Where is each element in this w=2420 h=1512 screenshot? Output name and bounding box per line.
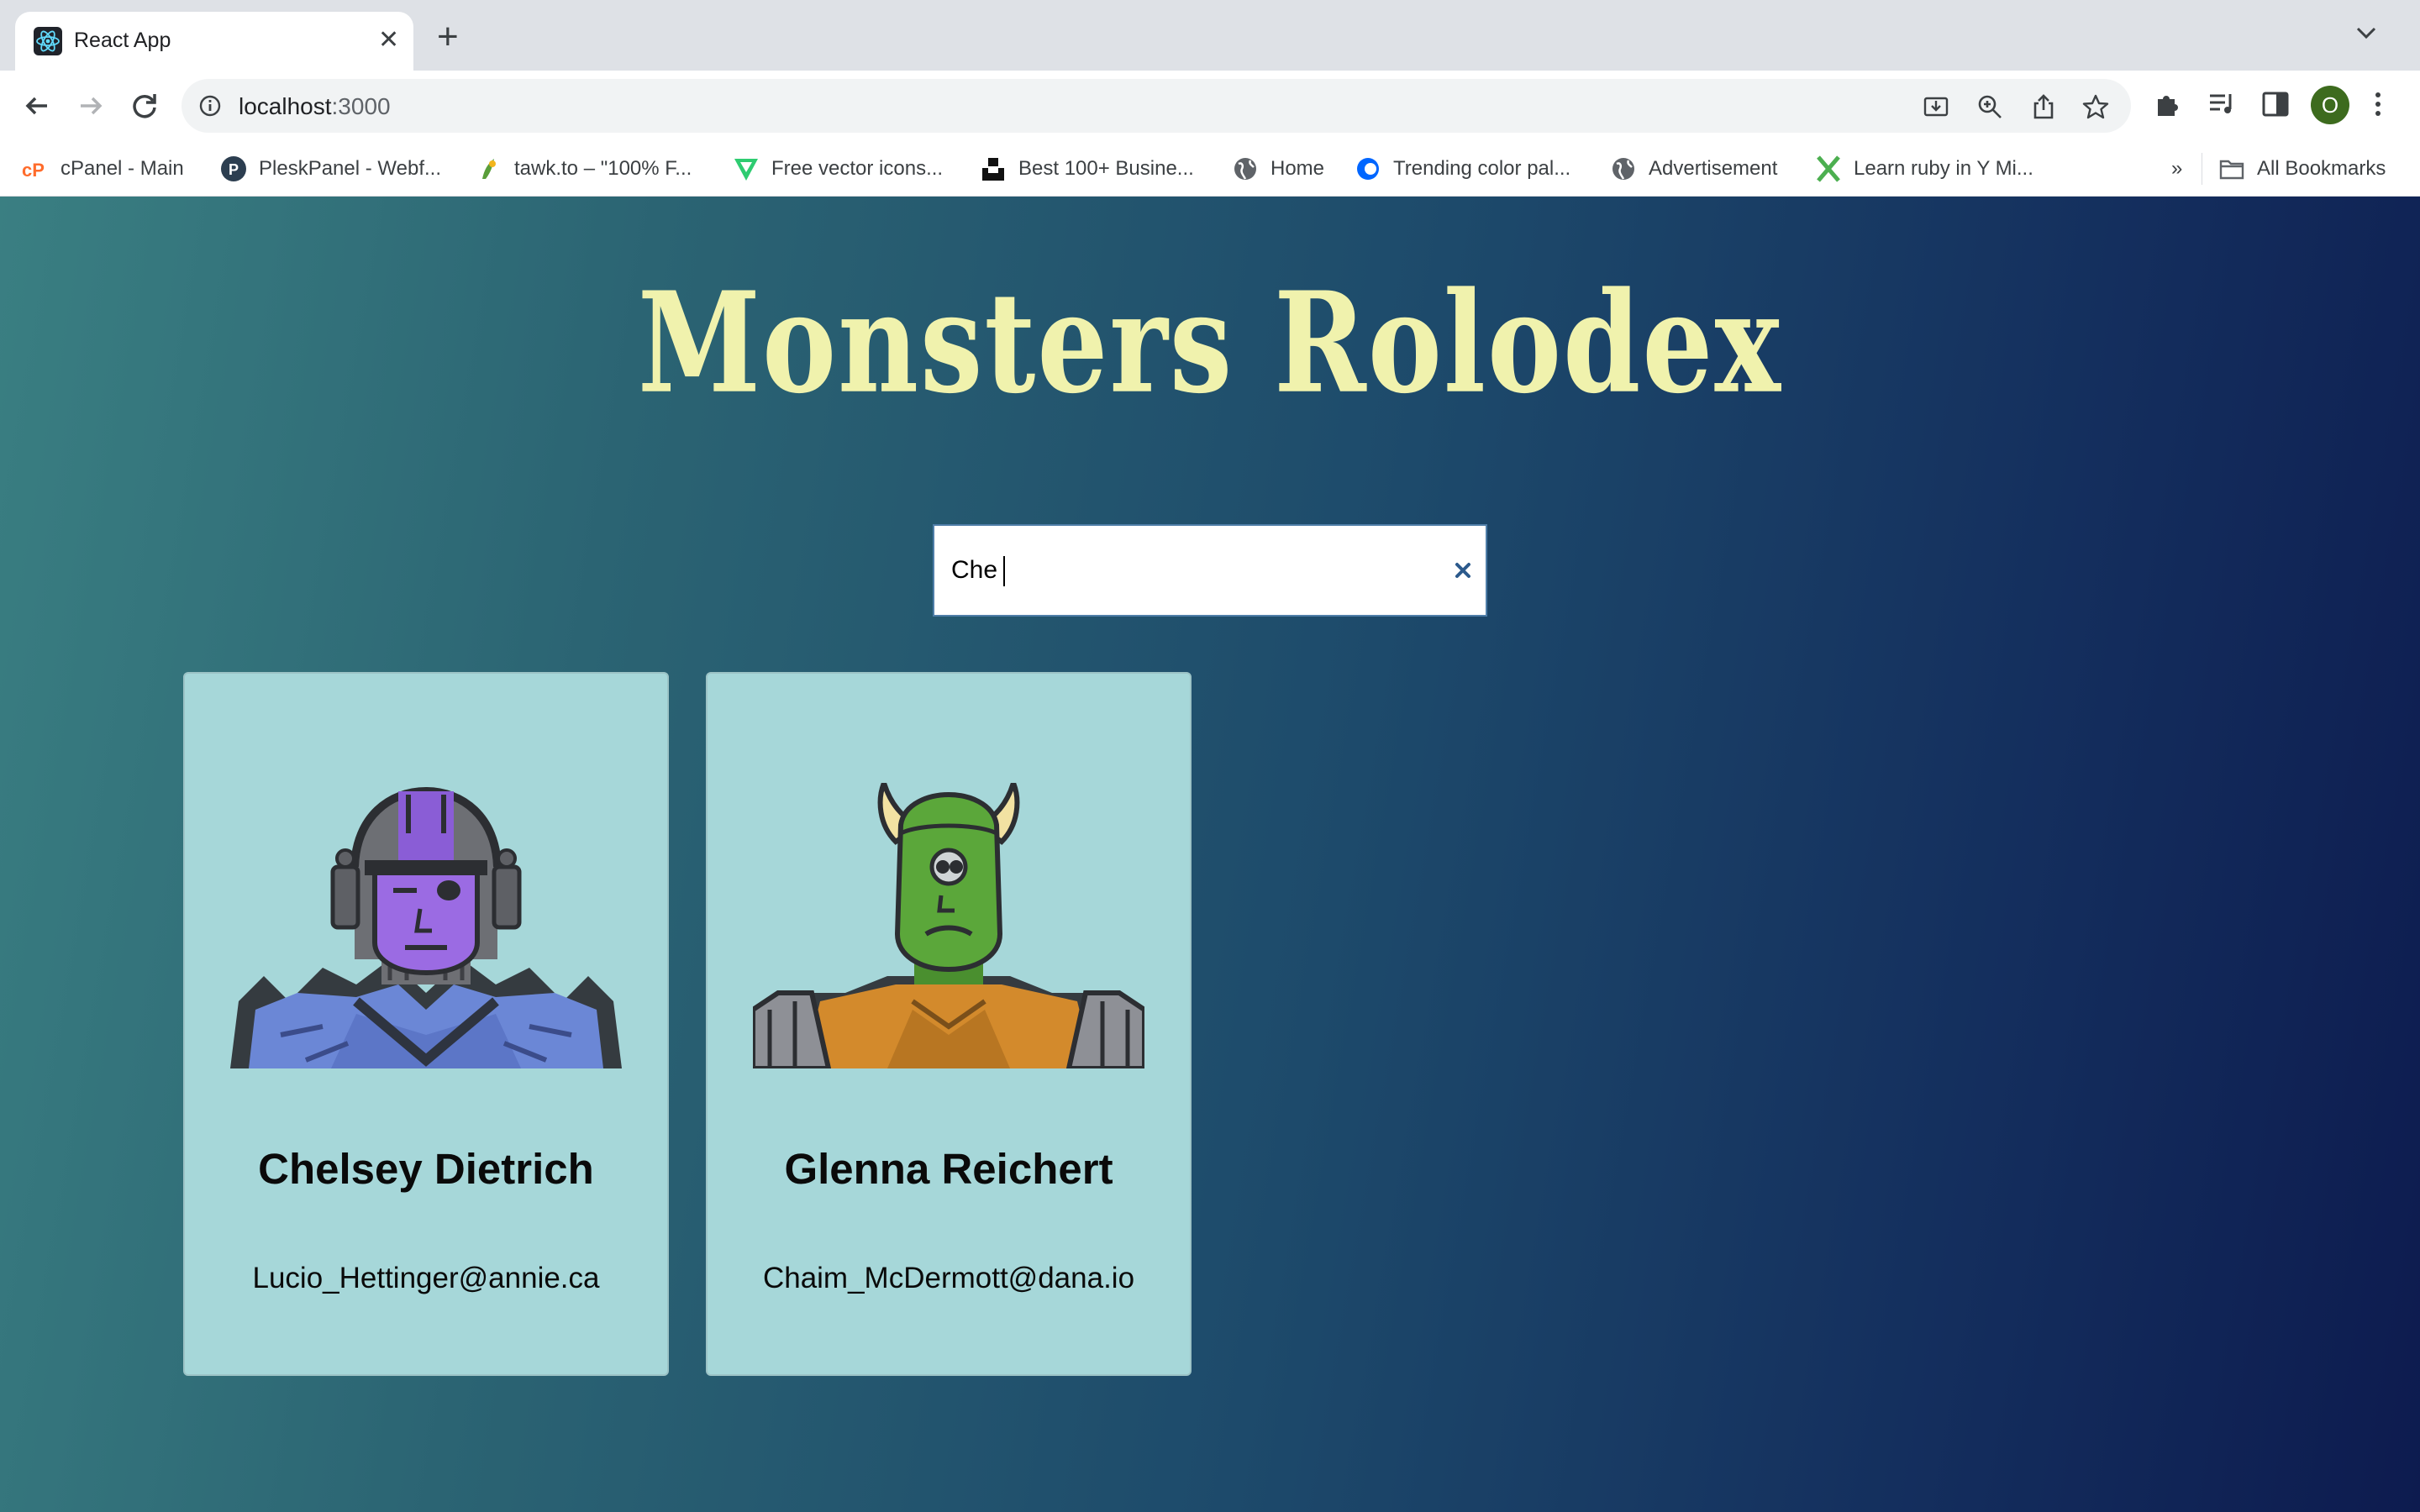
- monster-name: Chelsey Dietrich: [258, 1145, 594, 1193]
- bookmark-label: Trending color pal...: [1393, 157, 1571, 180]
- monster-card[interactable]: Glenna Reichert Chaim_McDermott@dana.io: [706, 672, 1192, 1376]
- bookmark-star-icon[interactable]: [2082, 93, 2109, 120]
- page-viewport: Monsters Rolodex Che Chelsey Dietrich Lu…: [0, 197, 2420, 1512]
- profile-avatar[interactable]: O: [2311, 86, 2349, 124]
- bookmarks-bar: cP cPanel - Main P PleskPanel - Webf... …: [0, 141, 2420, 197]
- address-bar[interactable]: localhost:3000: [182, 79, 2131, 133]
- media-control-icon[interactable]: [2207, 89, 2237, 119]
- search-input[interactable]: [934, 526, 1439, 615]
- svg-text:P: P: [229, 161, 239, 178]
- tab-strip: React App ✕ +: [0, 0, 2420, 71]
- monster-name: Glenna Reichert: [784, 1145, 1113, 1193]
- share-icon[interactable]: [2030, 93, 2057, 120]
- tawk-icon: [482, 159, 496, 179]
- install-app-icon[interactable]: [1923, 93, 1949, 120]
- globe-icon: [1612, 158, 1634, 180]
- monster-avatar: [753, 783, 1144, 1068]
- learnx-icon: [1817, 155, 1840, 182]
- bookmarks-overflow-button[interactable]: »: [2171, 153, 2182, 185]
- bookmark-item[interactable]: Best 100+ Busine...: [980, 153, 1194, 185]
- more-menu-icon[interactable]: [2371, 89, 2385, 119]
- bookmark-item[interactable]: Advertisement: [1610, 153, 1777, 185]
- bookmark-item[interactable]: P PleskPanel - Webf...: [220, 153, 441, 185]
- zoom-icon[interactable]: [1976, 93, 2003, 120]
- bookmark-label: Advertisement: [1649, 157, 1778, 180]
- browser-toolbar: localhost:3000 O: [0, 71, 2420, 141]
- url-host: localhost: [239, 93, 332, 119]
- react-icon: [34, 27, 62, 55]
- close-tab-icon[interactable]: ✕: [378, 24, 399, 57]
- monster-email: Chaim_McDermott@dana.io: [762, 1262, 1135, 1294]
- tab-title: React App: [74, 29, 171, 52]
- all-bookmarks-button[interactable]: All Bookmarks: [2218, 153, 2386, 185]
- new-tab-button[interactable]: +: [437, 18, 459, 55]
- monster-avatar: [230, 786, 622, 1068]
- chevron-down-icon[interactable]: [2354, 25, 2378, 42]
- bookmark-label: Free vector icons...: [771, 157, 944, 180]
- overflow-label: »: [2171, 157, 2183, 180]
- text-caret: [1003, 556, 1005, 586]
- vector-icon: [734, 159, 758, 181]
- extensions-icon[interactable]: [2153, 89, 2183, 119]
- bookmark-label: Best 100+ Busine...: [1018, 157, 1194, 180]
- bookmark-item[interactable]: Trending color pal...: [1355, 153, 1570, 185]
- forward-icon[interactable]: [72, 87, 109, 124]
- bookmark-label: Home: [1270, 157, 1325, 180]
- bookmark-item[interactable]: Free vector icons...: [733, 153, 943, 185]
- bookmark-label: cPanel - Main: [60, 157, 184, 180]
- clear-search-icon[interactable]: [1450, 558, 1476, 583]
- plesk-icon: P: [221, 156, 246, 181]
- folder-icon: [2219, 160, 2244, 180]
- bookmark-item[interactable]: tawk.to – "100% F...: [476, 153, 692, 185]
- unsplash-icon: [982, 158, 1004, 181]
- monster-email: Lucio_Hettinger@annie.ca: [252, 1262, 600, 1294]
- url-text: localhost:3000: [239, 93, 391, 120]
- bookmark-item[interactable]: cP cPanel - Main: [22, 153, 184, 185]
- search-box: [933, 524, 1487, 617]
- reload-icon[interactable]: [126, 87, 163, 124]
- svg-text:cP: cP: [22, 160, 45, 181]
- all-bookmarks-label: All Bookmarks: [2257, 157, 2386, 180]
- browser-tab[interactable]: React App ✕: [15, 12, 413, 71]
- coolors-icon: [1357, 158, 1379, 180]
- bookmark-item[interactable]: Learn ruby in Y Mi...: [1815, 153, 2033, 185]
- app-title: Monsters Rolodex: [637, 262, 1783, 425]
- url-port: :3000: [331, 93, 391, 119]
- site-info-icon[interactable]: [198, 94, 222, 118]
- bookmark-label: Learn ruby in Y Mi...: [1854, 157, 2033, 180]
- cpanel-icon: cP: [22, 160, 45, 181]
- bookmark-label: PleskPanel - Webf...: [259, 157, 441, 180]
- monster-card[interactable]: Chelsey Dietrich Lucio_Hettinger@annie.c…: [183, 672, 669, 1376]
- back-icon[interactable]: [18, 87, 55, 124]
- bookmark-item[interactable]: Home: [1232, 153, 1324, 185]
- globe-icon: [1234, 158, 1256, 180]
- side-panel-icon[interactable]: [2260, 89, 2291, 119]
- bookmark-label: tawk.to – "100% F...: [514, 157, 692, 180]
